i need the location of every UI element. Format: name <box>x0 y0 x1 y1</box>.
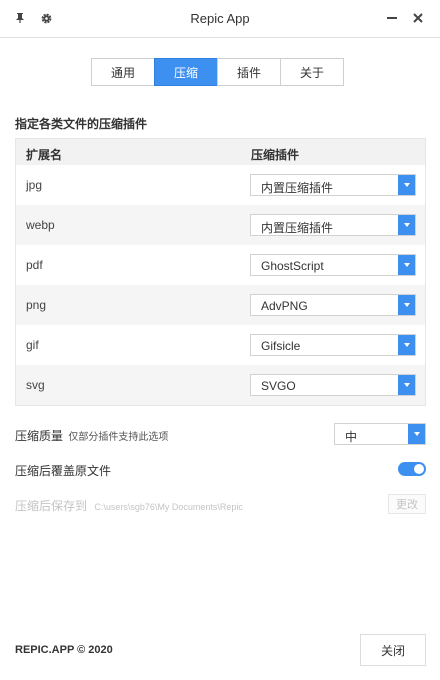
close-icon[interactable] <box>410 10 426 26</box>
close-button[interactable]: 关闭 <box>360 634 426 666</box>
change-path-button[interactable]: 更改 <box>388 494 426 514</box>
select-value: AdvPNG <box>261 299 308 313</box>
tab-bar: 通用 压缩 插件 关于 <box>91 58 344 86</box>
table-row: pdf GhostScript <box>16 245 425 285</box>
row-extension: pdf <box>26 258 43 272</box>
chevron-down-icon[interactable] <box>398 295 415 315</box>
minimize-icon[interactable] <box>384 10 400 26</box>
quality-select[interactable]: 中 <box>334 423 426 445</box>
overwrite-toggle[interactable] <box>398 462 426 476</box>
plugin-select-webp[interactable]: 内置压缩插件 <box>250 214 416 236</box>
toggle-knob <box>414 464 424 474</box>
row-extension: png <box>26 298 47 312</box>
title-bar: Repic App <box>0 0 440 38</box>
table-header: 扩展名 压缩插件 <box>16 139 425 165</box>
chevron-down-icon[interactable] <box>398 335 415 355</box>
save-path: C:\users\sgb76\My Documents\Repic <box>94 502 243 512</box>
quality-label: 压缩质量 <box>15 429 64 443</box>
table-row: webp 内置压缩插件 <box>16 205 425 245</box>
header-plugin: 压缩插件 <box>251 148 300 162</box>
select-value: 内置压缩插件 <box>261 221 334 235</box>
row-extension: jpg <box>26 178 43 192</box>
section-title: 指定各类文件的压缩插件 <box>15 117 148 131</box>
overwrite-label: 压缩后覆盖原文件 <box>15 464 112 478</box>
chevron-down-icon[interactable] <box>398 375 415 395</box>
quality-value: 中 <box>345 430 358 444</box>
tab-general[interactable]: 通用 <box>91 58 155 86</box>
tab-compress[interactable]: 压缩 <box>154 58 218 86</box>
plugin-select-pdf[interactable]: GhostScript <box>250 254 416 276</box>
chevron-down-icon[interactable] <box>398 255 415 275</box>
select-value: Gifsicle <box>261 339 301 353</box>
tab-plugins[interactable]: 插件 <box>217 58 281 86</box>
save-to-option: 压缩后保存到 C:\users\sgb76\My Documents\Repic <box>15 497 243 514</box>
chevron-down-icon[interactable] <box>398 215 415 235</box>
plugin-select-svg[interactable]: SVGO <box>250 374 416 396</box>
plugin-select-png[interactable]: AdvPNG <box>250 294 416 316</box>
tab-about[interactable]: 关于 <box>280 58 344 86</box>
row-extension: svg <box>26 378 45 392</box>
quality-hint: 仅部分插件支持此选项 <box>68 432 169 443</box>
quality-option: 压缩质量 仅部分插件支持此选项 <box>15 427 168 444</box>
header-extension: 扩展名 <box>26 148 63 162</box>
plugin-select-gif[interactable]: Gifsicle <box>250 334 416 356</box>
row-extension: gif <box>26 338 39 352</box>
window-title: Repic App <box>190 11 250 26</box>
plugin-table: 扩展名 压缩插件 jpg 内置压缩插件 webp 内置压缩插件 pdf Ghos… <box>15 138 426 406</box>
chevron-down-icon[interactable] <box>398 175 415 195</box>
plugin-select-jpg[interactable]: 内置压缩插件 <box>250 174 416 196</box>
select-value: SVGO <box>261 379 296 393</box>
select-value: GhostScript <box>261 259 324 273</box>
chevron-down-icon[interactable] <box>408 424 425 444</box>
select-value: 内置压缩插件 <box>261 181 334 195</box>
table-row: gif Gifsicle <box>16 325 425 365</box>
footer-brand: REPIC.APP © 2020 <box>15 644 113 656</box>
row-extension: webp <box>26 218 55 232</box>
table-row: jpg 内置压缩插件 <box>16 165 425 205</box>
save-label: 压缩后保存到 <box>15 499 88 513</box>
table-row: png AdvPNG <box>16 285 425 325</box>
table-row: svg SVGO <box>16 365 425 405</box>
